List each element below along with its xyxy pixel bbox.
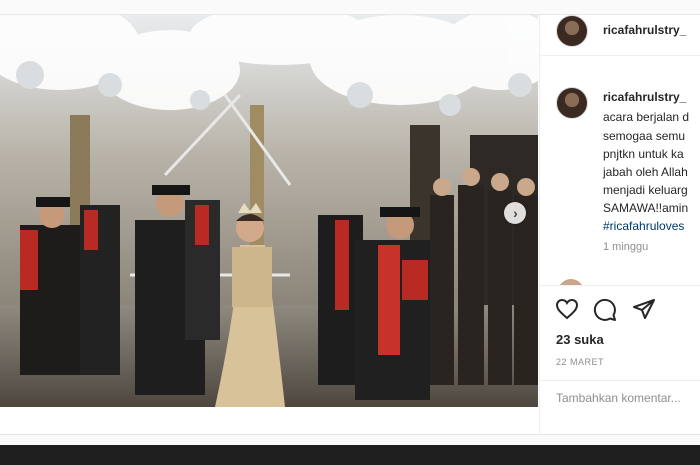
caption-line: menjadi keluarg	[603, 183, 688, 197]
caption-line: SAMAWA!!amin	[603, 201, 689, 215]
post-card: › ricafahrulstry_ ricafahrulstry_ acara …	[0, 14, 700, 435]
post-photo: ›	[0, 15, 538, 407]
caption-hashtag[interactable]: #ricafahruloves	[603, 219, 684, 233]
avatar[interactable]	[556, 15, 588, 47]
next-photo-button[interactable]: ›	[504, 202, 526, 224]
share-icon[interactable]	[632, 298, 656, 320]
post-header: ricafahrulstry_	[540, 15, 700, 56]
caption-avatar[interactable]	[556, 87, 588, 119]
likes-count[interactable]: 23 suka	[556, 332, 604, 347]
caption-line: semogaa semu	[603, 129, 686, 143]
header-username[interactable]: ricafahrulstry_	[603, 23, 686, 37]
caption-line: pnjtkn untuk ka	[603, 147, 684, 161]
caption-time: 1 minggu	[603, 241, 649, 253]
post-date: 22 MARET	[556, 357, 605, 367]
caption-username[interactable]: ricafahrulstry_	[603, 90, 686, 104]
caption-line: acara berjalan d	[603, 110, 690, 124]
comment-icon[interactable]	[593, 298, 617, 322]
heart-icon[interactable]	[555, 298, 579, 320]
post-actions: 23 suka 22 MARET	[540, 285, 700, 417]
instagram-page: › ricafahrulstry_ ricafahrulstry_ acara …	[0, 0, 700, 445]
caption-line: jabah oleh Allah	[603, 165, 688, 179]
comment-input[interactable]	[556, 391, 700, 405]
chevron-right-icon: ›	[513, 205, 518, 221]
post-sidebar: ricafahrulstry_ ricafahrulstry_ acara be…	[539, 15, 700, 434]
comment-box	[540, 380, 700, 418]
